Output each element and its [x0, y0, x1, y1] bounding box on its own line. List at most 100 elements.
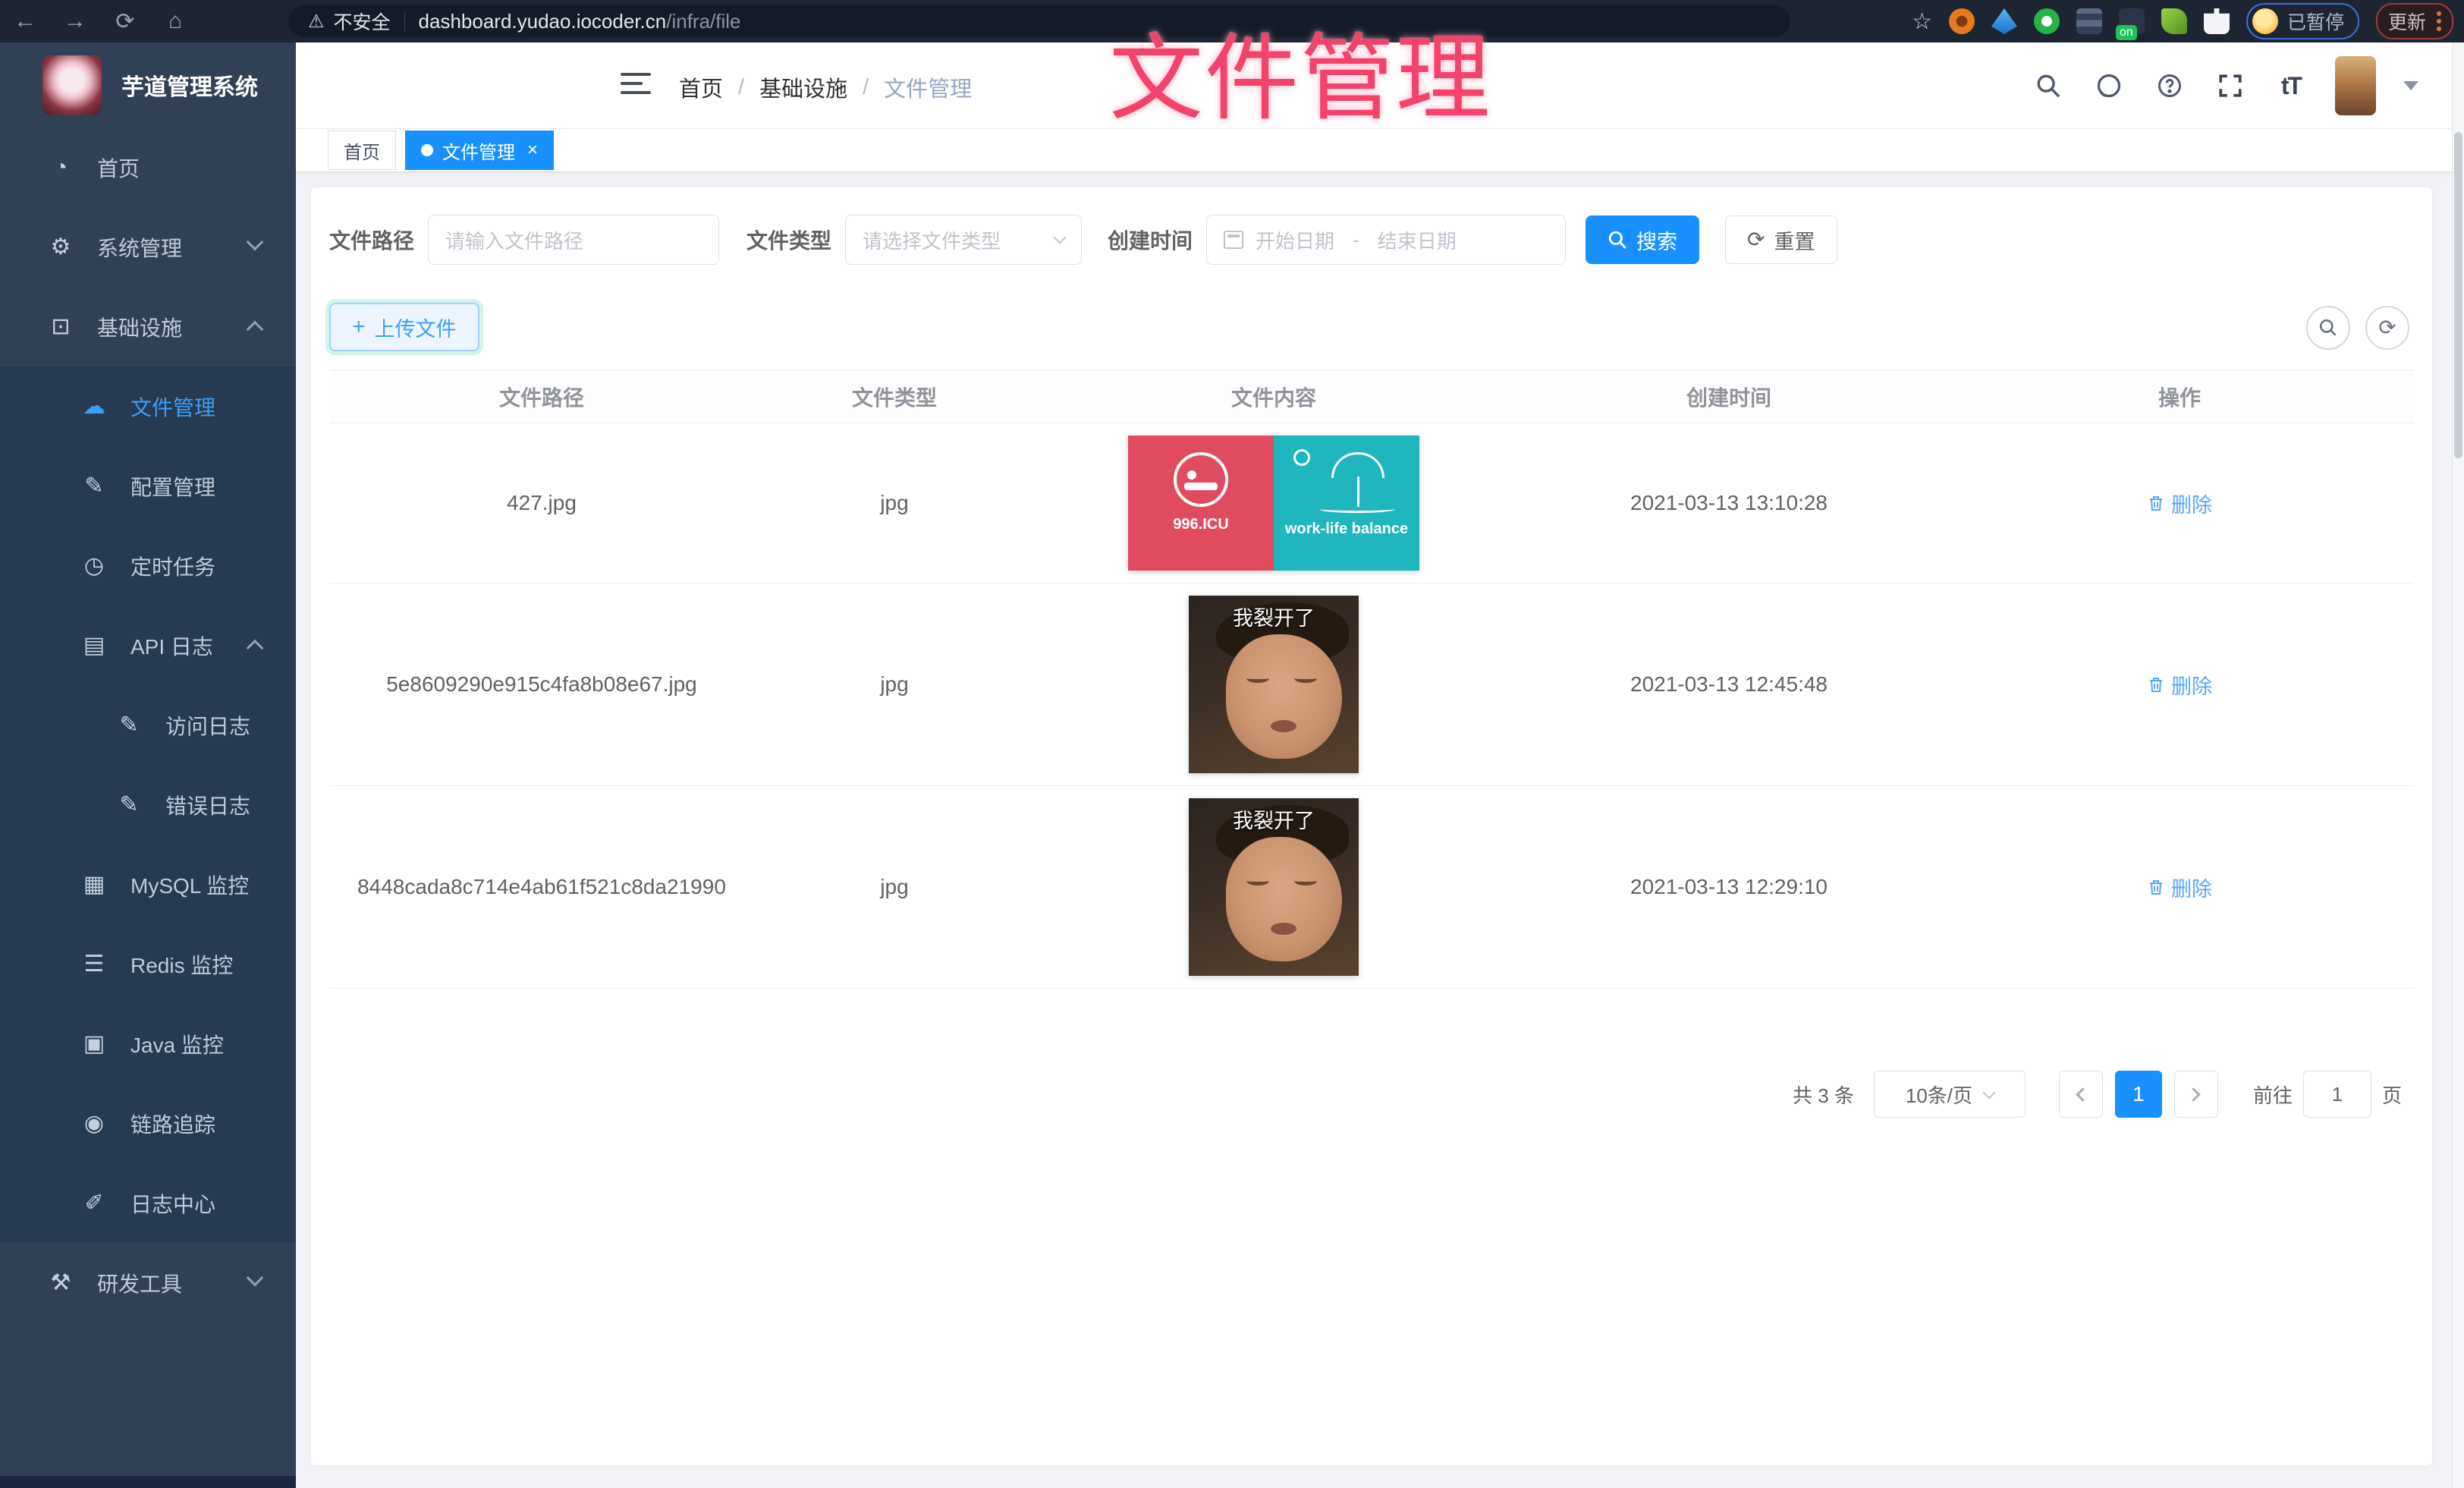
url-path: /infra/file: [666, 10, 740, 33]
avatar[interactable]: [2335, 56, 2376, 115]
search-button-label: 搜索: [1636, 225, 1677, 255]
screen-icon: ▣: [77, 1030, 111, 1057]
emoji-extension-icon: [2252, 8, 2278, 34]
file-preview-baby-meme[interactable]: 我裂开了: [1189, 596, 1359, 773]
delete-button[interactable]: 删除: [2147, 670, 2212, 700]
sidebar-item-dev-tools[interactable]: ⚒ 研发工具: [0, 1243, 296, 1323]
address-bar[interactable]: ⚠ 不安全 dashboard.yudao.iocoder.cn /infra/…: [288, 5, 1790, 37]
bars-extension-icon[interactable]: [2076, 8, 2102, 34]
sidebar-item-config[interactable]: ✎ 配置管理: [0, 446, 296, 526]
tag-close-icon[interactable]: ×: [527, 141, 538, 159]
browser-update-button[interactable]: 更新: [2376, 3, 2453, 39]
browser-forward-icon[interactable]: →: [50, 8, 100, 34]
file-type-label: 文件类型: [746, 225, 831, 255]
file-preview-996icu-banner[interactable]: 996.ICU work-life balance: [1128, 436, 1419, 571]
sidebar-item-java-monitor[interactable]: ▣ Java 监控: [0, 1004, 296, 1084]
browser-home-icon[interactable]: ⌂: [150, 8, 200, 34]
sidebar-item-scheduled-jobs[interactable]: ◷ 定时任务: [0, 526, 296, 606]
next-page-button[interactable]: [2174, 1071, 2218, 1118]
breadcrumb-separator: /: [738, 75, 744, 100]
refresh-table-button[interactable]: ⟳: [2365, 306, 2409, 350]
sidebar-item-access-log[interactable]: ✎ 访问日志: [0, 685, 296, 765]
page-size-select[interactable]: 10条/页: [1874, 1071, 2026, 1118]
plus-icon: +: [352, 316, 366, 338]
sidebar-item-tracing[interactable]: ◉ 链路追踪: [0, 1084, 296, 1163]
date-separator: -: [1353, 228, 1359, 252]
font-size-icon[interactable]: tT: [2274, 69, 2308, 102]
leaf-extension-icon[interactable]: [2161, 8, 2187, 34]
check-extension-icon[interactable]: [2034, 8, 2060, 34]
sidebar-item-error-log[interactable]: ✎ 错误日志: [0, 765, 296, 845]
file-type-placeholder: 请选择文件类型: [863, 226, 1001, 254]
browser-menu-icon[interactable]: [2437, 11, 2441, 31]
update-label: 更新: [2388, 8, 2426, 35]
col-actions: 操作: [1945, 370, 2414, 423]
not-secure-label: 不安全: [334, 8, 391, 35]
github-icon[interactable]: [2092, 69, 2126, 102]
sidebar-item-label: 日志中心: [130, 1188, 215, 1219]
search-button[interactable]: 搜索: [1586, 215, 1699, 264]
tag-file-management[interactable]: 文件管理 ×: [405, 131, 554, 170]
user-menu-caret-icon[interactable]: [2403, 81, 2418, 90]
file-type-select[interactable]: 请选择文件类型: [845, 215, 1082, 265]
help-icon[interactable]: [2153, 69, 2186, 102]
browser-reload-icon[interactable]: ⟳: [100, 8, 150, 35]
upload-button-label: 上传文件: [375, 313, 457, 342]
delete-button[interactable]: 删除: [2147, 873, 2212, 902]
delete-button[interactable]: 删除: [2147, 489, 2212, 518]
file-path-input[interactable]: 请输入文件路径: [428, 215, 719, 265]
chevron-up-icon: [247, 640, 264, 657]
sidebar-item-label: 首页: [97, 153, 140, 183]
date-range-picker[interactable]: 开始日期 - 结束日期: [1206, 215, 1566, 265]
sidebar-toggle-icon[interactable]: [621, 73, 651, 100]
reset-button[interactable]: ⟳ 重置: [1725, 215, 1837, 264]
sidebar-item-infra[interactable]: ⊡ 基础设施: [0, 287, 296, 366]
sidebar-item-log-center[interactable]: ✐ 日志中心: [0, 1163, 296, 1243]
paused-extension-chip[interactable]: 已暂停: [2246, 3, 2359, 39]
search-icon[interactable]: [2032, 69, 2065, 102]
goto-page-input[interactable]: 1: [2303, 1071, 2371, 1118]
sidebar-menu: ◔ 首页 ⚙ 系统管理 ⊡ 基础设施 ☁ 文件管理 ✎ 配置管理: [0, 127, 296, 1323]
chevron-down-icon: [247, 1269, 264, 1287]
sidebar-item-api-log[interactable]: ▤ API 日志: [0, 606, 296, 685]
drop-extension-icon[interactable]: [1991, 8, 2017, 34]
sidebar-item-home[interactable]: ◔ 首页: [0, 127, 296, 207]
switch-extension-icon[interactable]: on: [2119, 8, 2145, 34]
sidebar-item-label: Redis 监控: [130, 949, 233, 980]
sidebar-logo-row[interactable]: 芋道管理系统: [0, 42, 296, 127]
file-preview-baby-meme[interactable]: 我裂开了: [1189, 798, 1359, 976]
sidebar-item-mysql-monitor[interactable]: ▦ MySQL 监控: [0, 845, 296, 924]
prev-page-button[interactable]: [2059, 1071, 2103, 1118]
sidebar-item-file-management[interactable]: ☁ 文件管理: [0, 366, 296, 446]
scrollbar-thumb[interactable]: [2454, 132, 2462, 458]
bookmark-star-icon[interactable]: ☆: [1912, 8, 1932, 35]
upload-file-button[interactable]: + 上传文件: [329, 303, 479, 351]
window-bottom-edge: [0, 1476, 296, 1488]
gear-extension-icon[interactable]: [1949, 8, 1975, 34]
page-1-button[interactable]: 1: [2115, 1071, 2162, 1118]
tag-home[interactable]: 首页: [328, 131, 396, 170]
scrollbar[interactable]: [2452, 42, 2464, 1488]
puzzle-extensions-icon[interactable]: [2204, 8, 2230, 34]
sidebar-item-system[interactable]: ⚙ 系统管理: [0, 207, 296, 287]
browser-back-icon[interactable]: ←: [0, 8, 50, 34]
fullscreen-icon[interactable]: [2214, 69, 2247, 102]
sidebar-item-label: 链路追踪: [130, 1109, 215, 1139]
island-line: [1319, 505, 1395, 513]
gear-icon: ⚙: [44, 234, 77, 260]
hide-search-button[interactable]: [2306, 306, 2350, 350]
timer-icon: ◷: [77, 552, 111, 579]
table-toolbar: + 上传文件: [329, 303, 479, 351]
col-file-type: 文件类型: [754, 370, 1035, 423]
edit-icon: ✎: [77, 473, 111, 499]
end-date-placeholder: 结束日期: [1378, 226, 1457, 254]
breadcrumb-home[interactable]: 首页: [679, 71, 723, 103]
create-time-label: 创建时间: [1108, 225, 1193, 255]
table-row: 5e8609290e915c4fa8b08e67.jpg jpg 我裂开了 20…: [329, 584, 2414, 786]
cell-created-at: 2021-03-13 12:29:10: [1513, 786, 1945, 989]
cell-file-content: 我裂开了: [1035, 584, 1513, 786]
sidebar-item-redis-monitor[interactable]: ☰ Redis 监控: [0, 924, 296, 1004]
cell-file-type: jpg: [754, 786, 1035, 989]
breadcrumb-infra[interactable]: 基础设施: [759, 71, 847, 103]
cell-created-at: 2021-03-13 12:45:48: [1513, 584, 1945, 786]
